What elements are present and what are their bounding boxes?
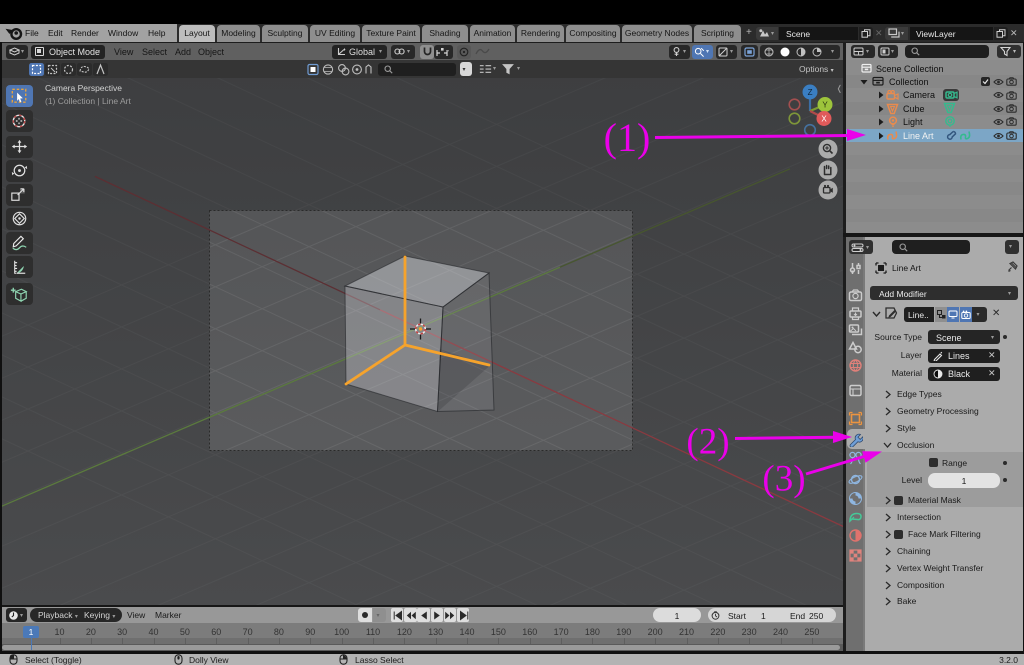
svg-text:(3): (3) <box>762 459 805 500</box>
svg-text:(2): (2) <box>686 422 729 463</box>
svg-text:(1): (1) <box>604 115 651 160</box>
